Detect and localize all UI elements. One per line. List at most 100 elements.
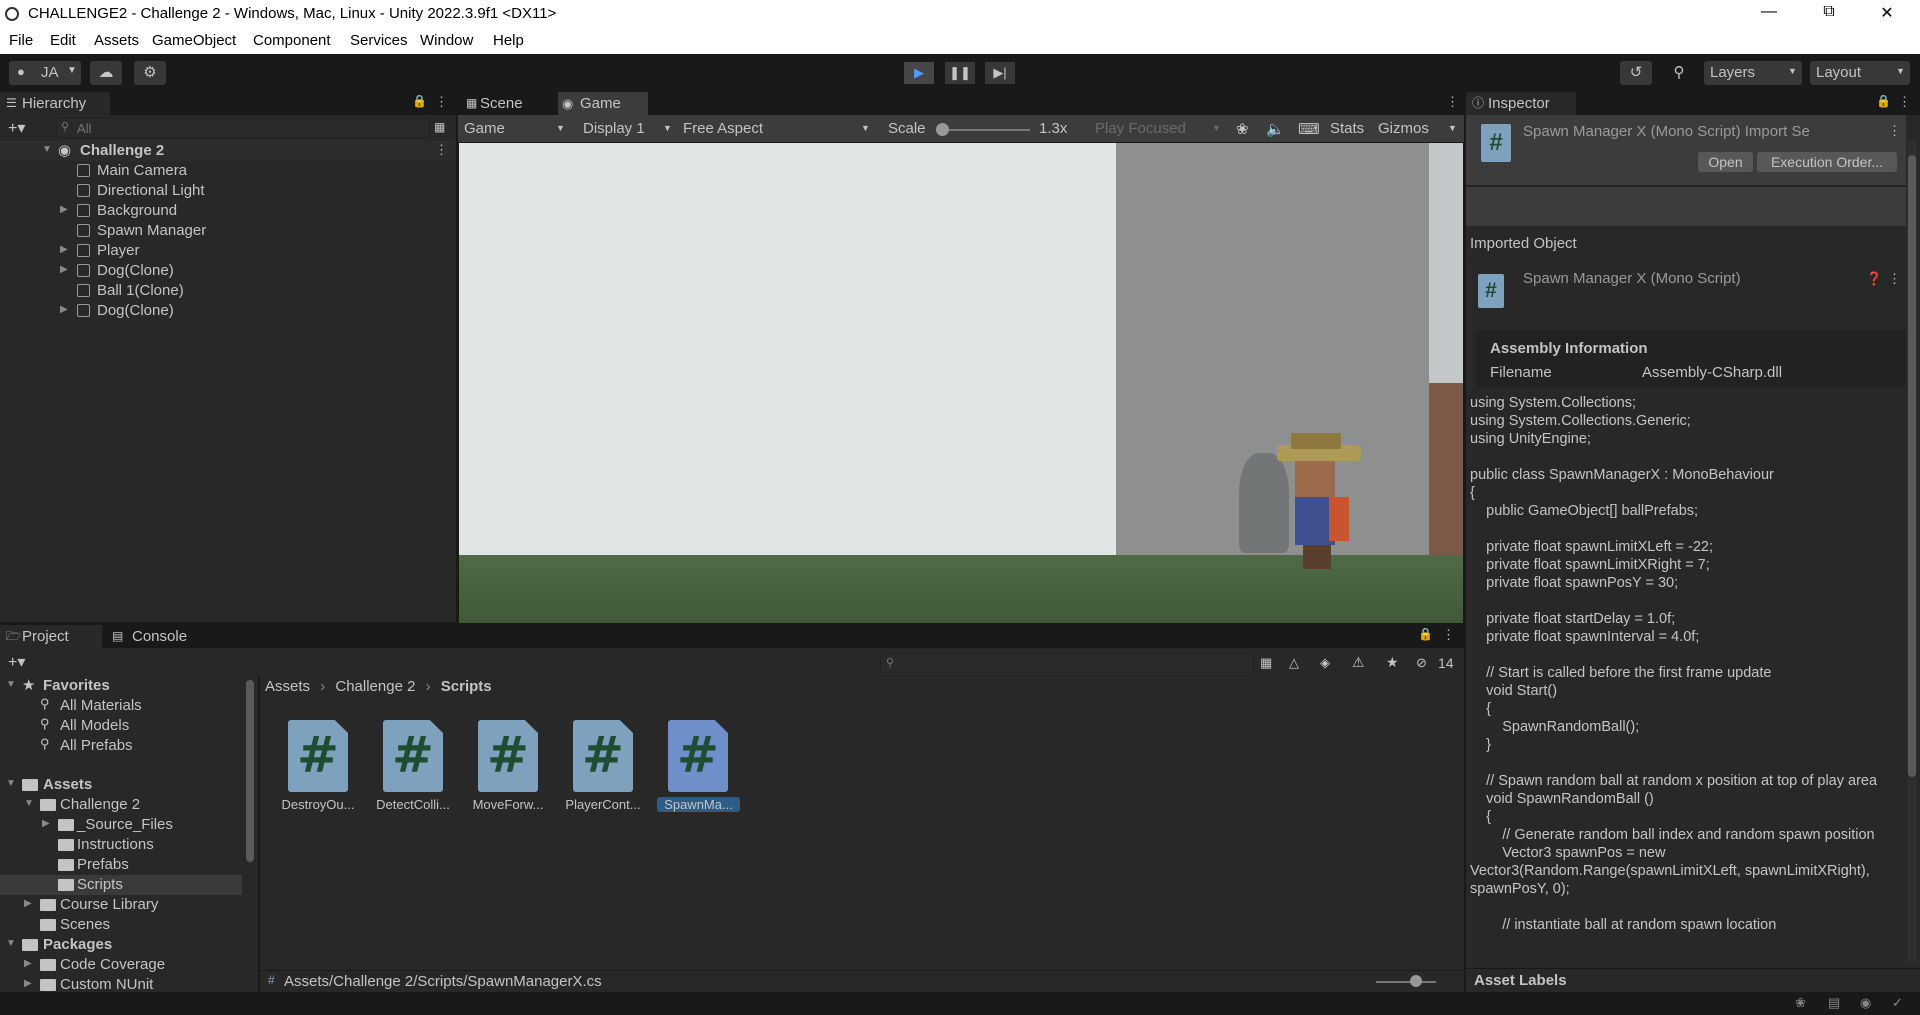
cache-icon[interactable]: ▤	[1828, 995, 1840, 1011]
hierarchy-search-input[interactable]	[56, 118, 430, 138]
more-icon[interactable]: ⋮	[1442, 627, 1455, 643]
scene-visibility-icon[interactable]: ▦	[434, 120, 445, 134]
menu-assets[interactable]: Assets	[94, 32, 139, 49]
scene-search-icon[interactable]: ▦	[1260, 655, 1272, 671]
open-button[interactable]: Open	[1698, 152, 1753, 172]
tab-hierarchy[interactable]: ☰ Hierarchy	[0, 92, 110, 115]
add-icon[interactable]: +▾	[8, 118, 25, 138]
tree-item[interactable]: Prefabs	[0, 855, 242, 875]
expand-arrow-icon[interactable]: ▼	[6, 679, 16, 690]
breadcrumb-scripts[interactable]: Scripts	[441, 678, 492, 695]
asset-labels-bar[interactable]: Asset Labels	[1466, 968, 1920, 992]
hierarchy-item[interactable]: ▶ Player	[0, 241, 455, 261]
step-button[interactable]: ▶|	[985, 62, 1015, 84]
game-viewport[interactable]	[459, 143, 1463, 623]
icon-size-slider-handle[interactable]	[1410, 975, 1422, 987]
expand-arrow-icon[interactable]: ▼	[6, 938, 16, 949]
more-icon[interactable]: ⋮	[1898, 94, 1911, 110]
star-icon[interactable]: ★	[1386, 654, 1399, 671]
expand-arrow-icon[interactable]: ▶	[24, 958, 32, 969]
tree-item[interactable]: ▶ Course Library	[0, 895, 242, 915]
menu-gameobject[interactable]: GameObject	[152, 32, 236, 49]
icon-size-slider[interactable]	[1376, 981, 1436, 983]
close-icon[interactable]: ✕	[1864, 3, 1910, 25]
game-mode-dropdown[interactable]: Game ▼	[464, 120, 565, 138]
tree-item[interactable]: Instructions	[0, 835, 242, 855]
play-button[interactable]: ▶	[904, 62, 934, 84]
script-file-icon[interactable]: #	[478, 720, 538, 792]
restore-icon[interactable]: ⧉	[1806, 3, 1852, 25]
project-divider[interactable]	[258, 676, 260, 992]
check-icon[interactable]: ✓	[1892, 995, 1903, 1011]
stats-button[interactable]: Stats	[1330, 120, 1364, 138]
hidden-packages-icon[interactable]: ⊘	[1416, 655, 1427, 671]
bug-icon[interactable]: ❀	[1236, 120, 1249, 138]
more-icon[interactable]: ⋮	[1446, 94, 1459, 110]
tab-scene[interactable]: ▦ Scene	[458, 92, 548, 115]
lock-icon[interactable]: 🔒	[1418, 627, 1433, 641]
display-dropdown[interactable]: Display 1 ▼	[583, 120, 672, 138]
tree-item[interactable]: ▶ Code Coverage	[0, 955, 242, 975]
menu-component[interactable]: Component	[253, 32, 331, 49]
expand-arrow-icon[interactable]: ▶	[60, 244, 68, 255]
cloud-button[interactable]: ☁	[90, 61, 122, 85]
expand-arrow-icon[interactable]: ▶	[42, 818, 50, 829]
script-file-icon-selected[interactable]: #	[668, 720, 728, 792]
layers-dropdown[interactable]: Layers ▼	[1704, 61, 1802, 85]
menu-help[interactable]: Help	[493, 32, 524, 49]
expand-arrow-icon[interactable]: ▶	[60, 264, 68, 275]
audio-icon[interactable]: 🔈	[1266, 120, 1285, 138]
menu-window[interactable]: Window	[420, 32, 473, 49]
progress-icon[interactable]: ◉	[1860, 995, 1871, 1011]
search-button[interactable]: ⚲	[1663, 61, 1695, 85]
file-label[interactable]: PlayerCont...	[555, 797, 651, 812]
play-focused-dropdown[interactable]: Play Focused ▼	[1095, 120, 1221, 138]
hierarchy-item[interactable]: Main Camera	[0, 161, 455, 181]
account-button[interactable]: ● JA ▼	[9, 61, 81, 85]
expand-arrow-icon[interactable]: ▶	[60, 304, 68, 315]
menu-edit[interactable]: Edit	[50, 32, 76, 49]
tree-item[interactable]: ▶ _Source_Files	[0, 815, 242, 835]
script-file-icon[interactable]: #	[288, 720, 348, 792]
file-label[interactable]: MoveForw...	[460, 797, 556, 812]
add-icon[interactable]: +▾	[8, 652, 25, 672]
file-label[interactable]: DetectColli...	[365, 797, 461, 812]
history-button[interactable]: ↺	[1620, 61, 1652, 85]
breadcrumb-challenge[interactable]: Challenge 2	[335, 678, 415, 695]
menu-file[interactable]: File	[9, 32, 33, 49]
expand-arrow-icon[interactable]: ▼	[6, 778, 16, 789]
expand-arrow-icon[interactable]: ▼	[42, 144, 52, 155]
scene-row[interactable]: ▼ ◉ Challenge 2 ⋮	[0, 141, 455, 161]
help-icon[interactable]: ❓	[1866, 271, 1882, 287]
debug-icon[interactable]: ❀	[1795, 995, 1806, 1011]
lock-icon[interactable]: 🔒	[1876, 94, 1891, 108]
expand-arrow-icon[interactable]: ▶	[24, 898, 32, 909]
tree-item[interactable]: ▼ Challenge 2	[0, 795, 242, 815]
tree-item[interactable]: Scenes	[0, 915, 242, 935]
more-icon[interactable]: ⋮	[435, 142, 448, 158]
pause-button[interactable]: ❚❚	[945, 62, 975, 84]
gizmos-button[interactable]: Gizmos ▼	[1378, 120, 1457, 138]
script-file-icon[interactable]: #	[383, 720, 443, 792]
breadcrumb-assets[interactable]: Assets	[265, 678, 310, 695]
expand-arrow-icon[interactable]: ▶	[60, 204, 68, 215]
label-filter-icon[interactable]: ◈	[1320, 655, 1330, 671]
script-file-icon[interactable]: #	[573, 720, 633, 792]
tree-item[interactable]: ⚲ All Models	[0, 716, 242, 736]
warning-icon[interactable]: ⚠	[1352, 654, 1365, 671]
expand-arrow-icon[interactable]: ▼	[24, 798, 34, 809]
menu-services[interactable]: Services	[350, 32, 408, 49]
tab-project[interactable]: 🗁 Project	[0, 625, 102, 648]
file-label-selected[interactable]: SpawnMa...	[657, 797, 740, 812]
tree-scrollbar-thumb[interactable]	[246, 680, 254, 862]
hierarchy-item[interactable]: ▶ Dog(Clone)	[0, 261, 455, 281]
favorites-row[interactable]: ▼ ★ Favorites	[0, 676, 242, 696]
inspector-scrollbar-thumb[interactable]	[1908, 155, 1916, 777]
keyboard-icon[interactable]: ⌨	[1298, 120, 1320, 138]
expand-arrow-icon[interactable]: ▶	[24, 978, 32, 989]
scale-slider-handle[interactable]	[936, 123, 949, 136]
lock-icon[interactable]: 🔒	[412, 94, 427, 108]
tab-inspector[interactable]: ⓘ Inspector	[1466, 92, 1576, 115]
more-icon[interactable]: ⋮	[435, 94, 448, 110]
aspect-dropdown[interactable]: Free Aspect ▼	[683, 120, 870, 138]
